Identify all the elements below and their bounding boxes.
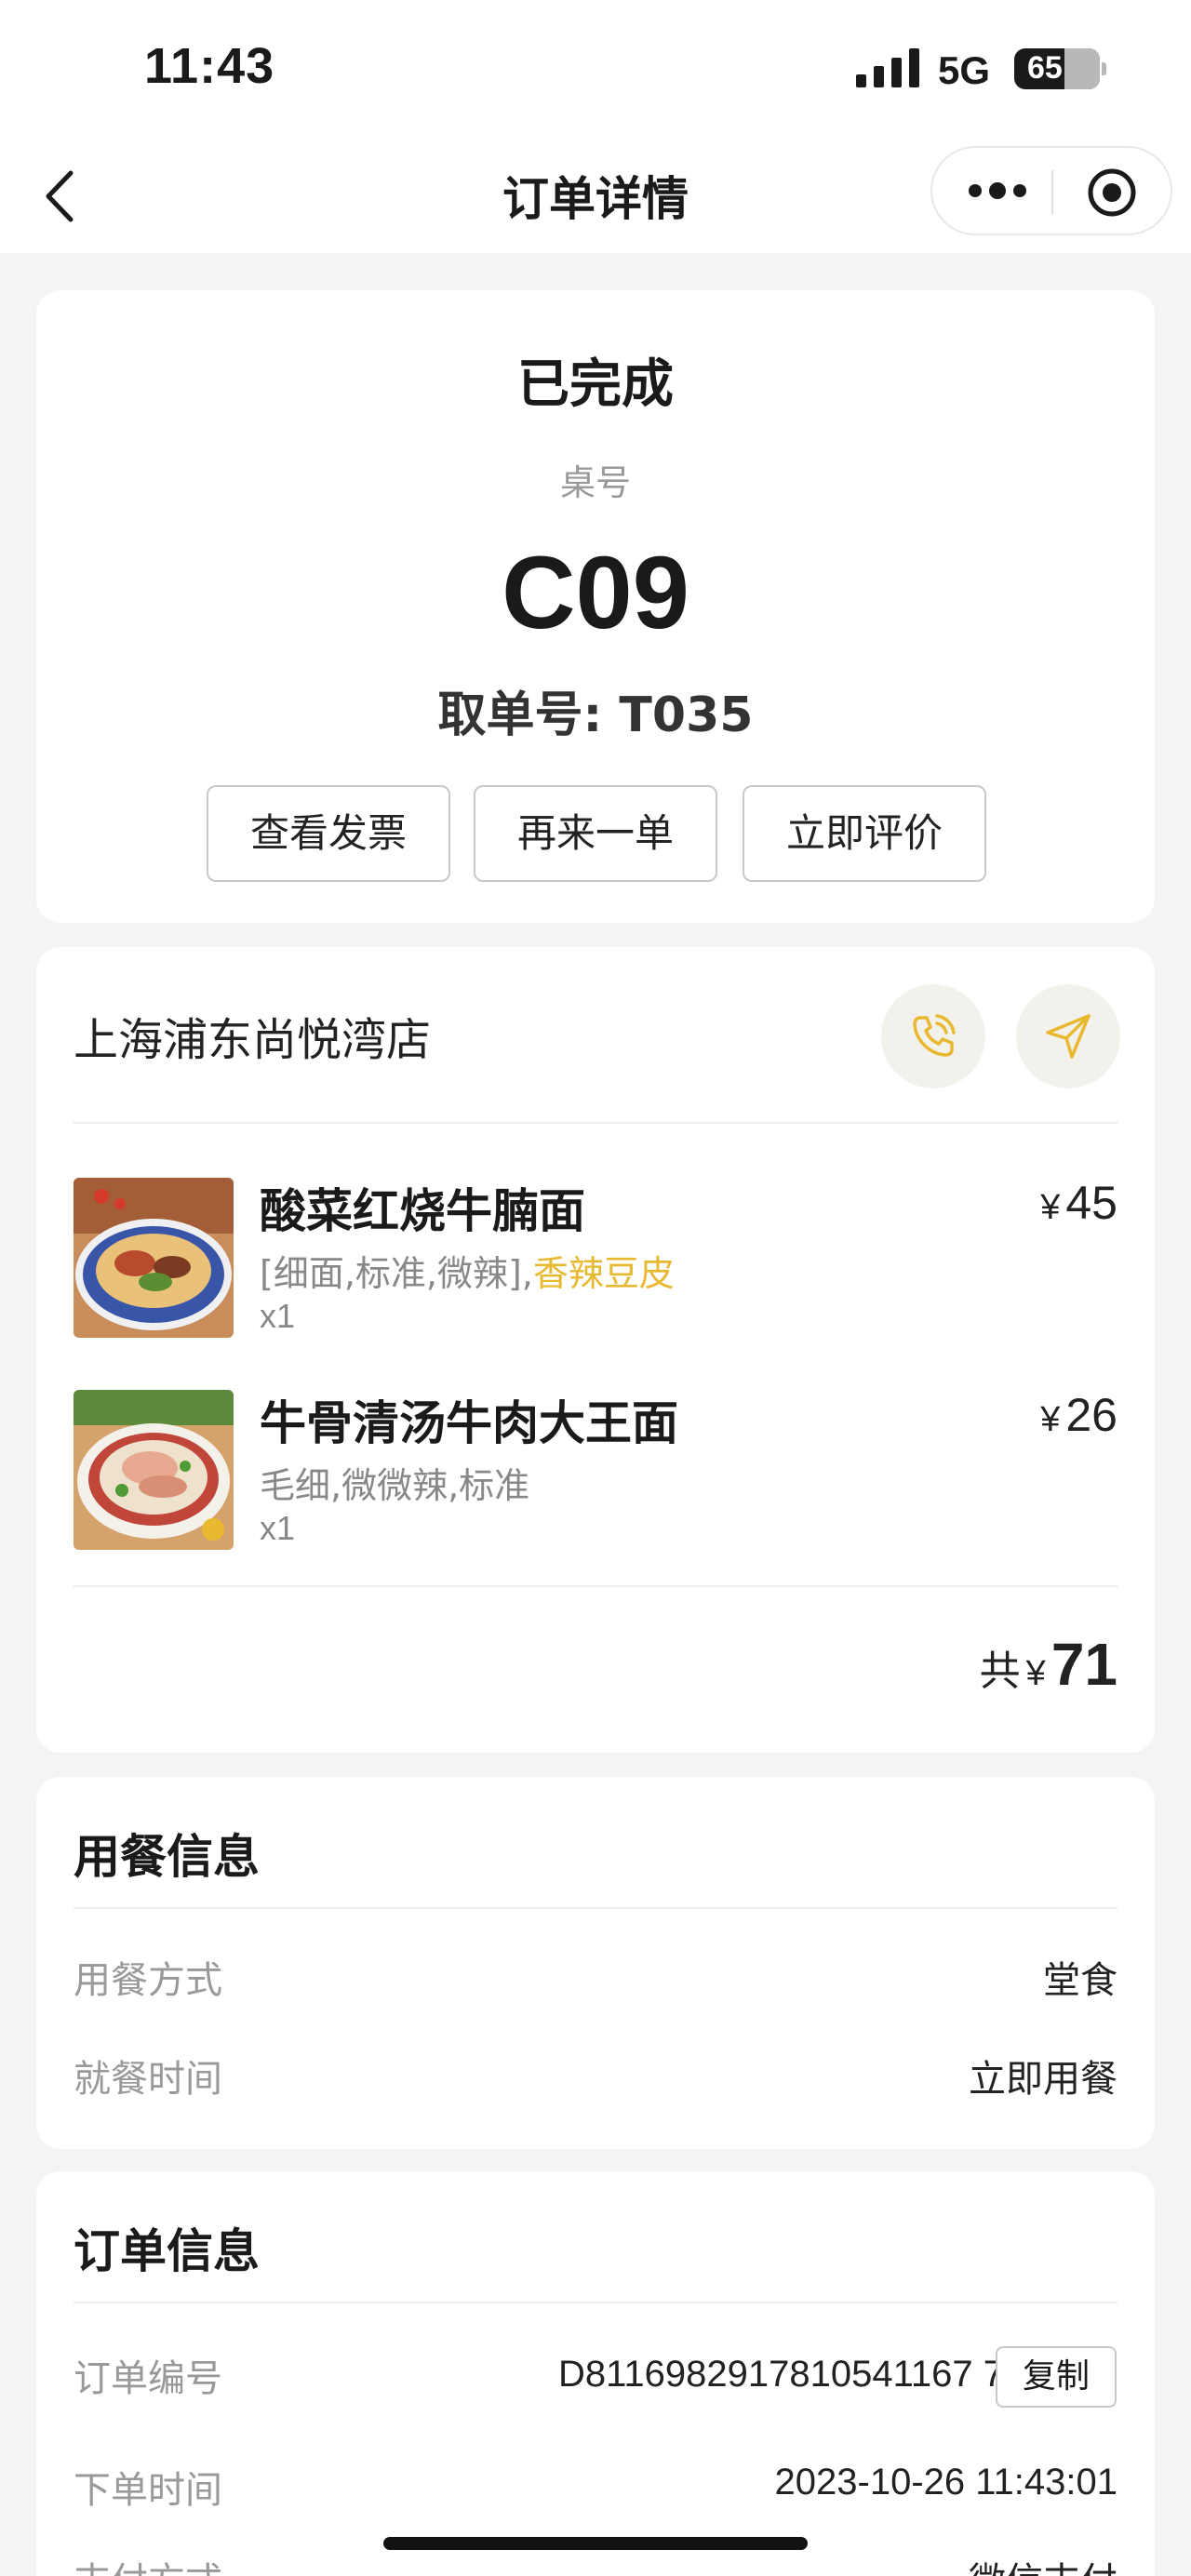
order-status: 已完成 [517,354,674,415]
status-time: 11:43 [144,38,275,94]
pickup-number: 取单号: T035 [437,687,754,743]
battery-tip [1102,62,1106,75]
order-info-card: 订单信息 订单编号 D8116982917810541167 7 复制 下单时间… [36,2171,1155,2576]
order-number: D8116982917810541167 7 [558,2354,1004,2395]
call-store-button[interactable] [881,984,985,1088]
order-total: 共 ¥71 [979,1631,1117,1698]
copy-order-number-button[interactable]: 复制 [996,2346,1117,2408]
network-type: 5G [938,48,991,92]
more-icon[interactable] [966,176,1029,206]
order-time-label: 下单时间 [74,2469,222,2512]
section-title: 订单信息 [74,2224,260,2278]
item-thumbnail [74,1178,234,1338]
payment-method-label: 支付方式 [74,2551,222,2576]
navigate-store-button[interactable] [1016,984,1120,1088]
battery-level: 65 [1027,50,1063,86]
table-label: 桌号 [559,462,631,503]
divider [74,1907,1117,1909]
section-title: 用餐信息 [74,1830,260,1884]
order-number-label: 订单编号 [74,2357,222,2400]
capsule-divider [1051,170,1053,215]
item-spec: [细面,标准,微辣],香辣豆皮 [260,1253,675,1294]
reorder-button[interactable]: 再来一单 [474,785,717,882]
item-spec-highlight: 香辣豆皮 [532,1253,675,1294]
item-price: ¥26 [1040,1389,1117,1441]
store-name[interactable]: 上海浦东尚悦湾店 [74,1003,431,1068]
item-quantity: x1 [260,1297,296,1335]
order-item: 酸菜红烧牛腩面 [细面,标准,微辣],香辣豆皮 x1 ¥45 [74,1177,1117,1341]
order-status-card: 已完成 桌号 C09 取单号: T035 查看发票 再来一单 立即评价 [36,290,1155,923]
store-items-card: 上海浦东尚悦湾店 酸菜红烧牛腩面 [细面,标准,微辣],香辣豆皮 x1 ¥ 45… [36,947,1155,1753]
divider [74,2302,1117,2303]
dining-method-label: 用餐方式 [74,1959,222,2002]
divider [74,1122,1117,1124]
nav-bar: 订单详情 [0,140,1191,253]
divider [74,1585,1117,1587]
signal-icon [856,48,919,87]
table-number: C09 [502,536,689,650]
dining-method-value: 堂食 [1043,1959,1117,2002]
item-thumbnail [74,1390,234,1550]
home-indicator[interactable] [383,2537,808,2550]
view-invoice-button[interactable]: 查看发票 [207,785,450,882]
target-icon[interactable] [1086,167,1138,219]
phone-icon [913,1014,956,1057]
mini-program-capsule [930,146,1172,235]
payment-method: 微信支付 [969,2551,1117,2576]
dining-info-card: 用餐信息 用餐方式 堂食 就餐时间 立即用餐 [36,1777,1155,2149]
item-name: 酸菜红烧牛腩面 [260,1184,585,1238]
item-price: ¥45 [1040,1177,1117,1229]
battery-icon: 65 [1014,48,1100,89]
item-name: 牛骨清汤牛肉大王面 [260,1396,678,1450]
item-quantity: x1 [260,1509,296,1547]
order-time: 2023-10-26 11:43:01 [774,2462,1117,2503]
dining-time-label: 就餐时间 [74,2058,222,2101]
dining-time-value: 立即用餐 [969,2058,1117,2101]
order-item: 牛骨清汤牛肉大王面 毛细,微微辣,标准 x1 ¥26 [74,1389,1117,1554]
item-spec: 毛细,微微辣,标准 [260,1465,530,1506]
status-bar: 11:43 5G 65 [0,0,1191,140]
review-button[interactable]: 立即评价 [743,785,986,882]
navigation-icon [1046,1014,1091,1059]
